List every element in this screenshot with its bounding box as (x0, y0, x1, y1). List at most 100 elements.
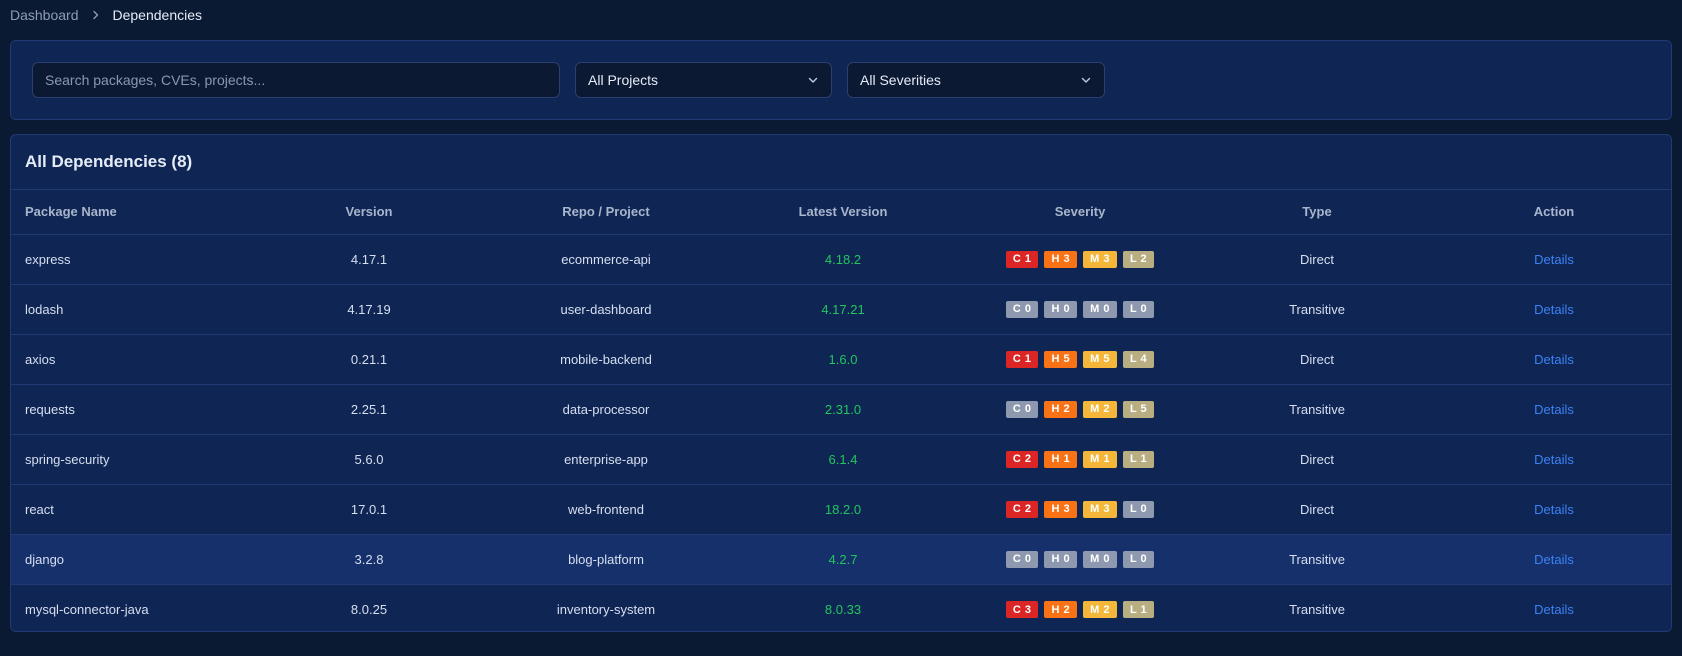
details-link[interactable]: Details (1435, 234, 1671, 285)
package-name: django (11, 534, 251, 585)
severity-badge-m: M 1 (1083, 450, 1117, 468)
column-header-severity: Severity (961, 190, 1199, 235)
package-latest-version: 2.31.0 (725, 384, 961, 435)
severity-badge-m: M 3 (1083, 250, 1117, 268)
package-latest-version: 6.1.4 (725, 434, 961, 485)
package-latest-version: 4.18.2 (725, 234, 961, 285)
details-link[interactable]: Details (1435, 384, 1671, 435)
severity-badge-l: L 0 (1122, 300, 1155, 318)
severity-badge-c: C 0 (1005, 400, 1039, 418)
severity-badges: C 0 H 0 M 0 L 0 (1005, 300, 1155, 318)
chevron-right-icon (91, 10, 101, 20)
breadcrumb: Dashboard Dependencies (10, 0, 1672, 30)
severity-select[interactable]: All Severities (847, 62, 1105, 98)
package-latest-version: 4.2.7 (725, 534, 961, 585)
package-type: Direct (1199, 434, 1435, 485)
package-severity: C 2 H 3 M 3 L 0 (961, 484, 1199, 535)
table-row: react 17.0.1 web-frontend 18.2.0 C 2 H 3 M 3 L … (11, 484, 1671, 535)
package-type: Transitive (1199, 534, 1435, 585)
breadcrumb-dashboard-link[interactable]: Dashboard (10, 7, 79, 23)
column-header-type: Type (1199, 190, 1435, 235)
filter-panel: All Projects All Severities (10, 40, 1672, 120)
package-severity: C 0 H 2 M 2 L 5 (961, 384, 1199, 435)
severity-badge-h: H 1 (1044, 450, 1078, 468)
package-severity: C 0 H 0 M 0 L 0 (961, 284, 1199, 335)
package-version: 0.21.1 (251, 334, 487, 385)
dependencies-table-card: All Dependencies (8) Package Name Versio… (10, 134, 1672, 632)
severity-badge-m: M 2 (1083, 400, 1117, 418)
severity-badge-h: H 0 (1044, 300, 1078, 318)
package-latest-version: 4.17.21 (725, 284, 961, 335)
severity-badge-h: H 3 (1044, 500, 1078, 518)
severity-badge-l: L 1 (1122, 601, 1155, 618)
chevron-down-icon (1080, 74, 1092, 86)
column-header-version: Version (251, 190, 487, 235)
severity-badge-c: C 2 (1005, 450, 1039, 468)
package-type: Transitive (1199, 284, 1435, 335)
severity-badge-l: L 0 (1122, 550, 1155, 568)
package-type: Direct (1199, 484, 1435, 535)
package-name: lodash (11, 284, 251, 335)
severity-badges: C 0 H 2 M 2 L 5 (1005, 400, 1155, 418)
severity-badge-c: C 2 (1005, 500, 1039, 518)
breadcrumb-current: Dependencies (112, 7, 203, 23)
package-name: requests (11, 384, 251, 435)
package-name: react (11, 484, 251, 535)
severity-badge-m: M 0 (1083, 550, 1117, 568)
package-type: Transitive (1289, 601, 1345, 617)
severity-badge-c: C 3 (1005, 601, 1039, 618)
package-repo: mobile-backend (487, 334, 725, 385)
severity-badge-l: L 1 (1122, 450, 1155, 468)
search-input[interactable] (32, 62, 560, 98)
package-severity: C 3 H 2 M 2 L 1 (961, 584, 1199, 631)
table-row: express 4.17.1 ecommerce-api 4.18.2 C 1 H 3 M … (11, 234, 1671, 285)
package-name: mysql-connector-java (25, 601, 149, 617)
details-link[interactable]: Details (1435, 434, 1671, 485)
project-select[interactable]: All Projects (575, 62, 832, 98)
severity-badge-c: C 1 (1005, 350, 1039, 368)
table-row: django 3.2.8 blog-platform 4.2.7 C 0 H 0 M 0 L … (11, 534, 1671, 585)
package-latest-version: 18.2.0 (725, 484, 961, 535)
severity-badge-l: L 4 (1122, 350, 1155, 368)
package-latest-version: 1.6.0 (725, 334, 961, 385)
details-link[interactable]: Details (1435, 334, 1671, 385)
severity-badge-m: M 2 (1083, 601, 1117, 618)
details-link[interactable]: Details (1435, 484, 1671, 535)
severity-badge-l: L 5 (1122, 400, 1155, 418)
package-version: 5.6.0 (251, 434, 487, 485)
severity-badge-m: M 3 (1083, 500, 1117, 518)
table-title: All Dependencies (8) (11, 135, 1671, 190)
details-link[interactable]: Details (1435, 284, 1671, 335)
package-name: spring-security (11, 434, 251, 485)
severity-badge-c: C 1 (1005, 250, 1039, 268)
severity-badge-h: H 3 (1044, 250, 1078, 268)
severity-badges: C 0 H 0 M 0 L 0 (1005, 550, 1155, 568)
package-repo: web-frontend (487, 484, 725, 535)
severity-badge-h: H 2 (1044, 601, 1078, 618)
severity-select-value: All Severities (860, 72, 941, 88)
package-repo: blog-platform (487, 534, 725, 585)
package-name: axios (11, 334, 251, 385)
table-body: express 4.17.1 ecommerce-api 4.18.2 C 1 H 3 M … (11, 234, 1671, 631)
severity-badge-m: M 0 (1083, 300, 1117, 318)
package-version: 2.25.1 (251, 384, 487, 435)
package-type: Direct (1199, 334, 1435, 385)
table-row: requests 2.25.1 data-processor 2.31.0 C 0 H 2… (11, 384, 1671, 435)
severity-badges: C 3 H 2 M 2 L 1 (1005, 601, 1155, 618)
table-row: mysql-connector-java 8.0.25 inventory-syst… (11, 584, 1671, 631)
details-link[interactable]: Details (1435, 584, 1671, 631)
table-row: axios 0.21.1 mobile-backend 1.6.0 C 1 H 5 M 5 L… (11, 334, 1671, 385)
package-repo: user-dashboard (487, 284, 725, 335)
severity-badge-h: H 2 (1044, 400, 1078, 418)
package-version: 3.2.8 (251, 534, 487, 585)
details-link[interactable]: Details (1435, 534, 1671, 585)
package-severity: C 2 H 1 M 1 L 1 (961, 434, 1199, 485)
severity-badge-l: L 2 (1122, 250, 1155, 268)
package-version: 17.0.1 (251, 484, 487, 535)
package-repo: enterprise-app (487, 434, 725, 485)
package-latest-version: 8.0.33 (824, 601, 862, 617)
package-repo: inventory-system (556, 601, 656, 617)
package-version: 8.0.25 (350, 601, 388, 617)
severity-badges: C 2 H 3 M 3 L 0 (1005, 500, 1155, 518)
package-version: 4.17.1 (251, 234, 487, 285)
